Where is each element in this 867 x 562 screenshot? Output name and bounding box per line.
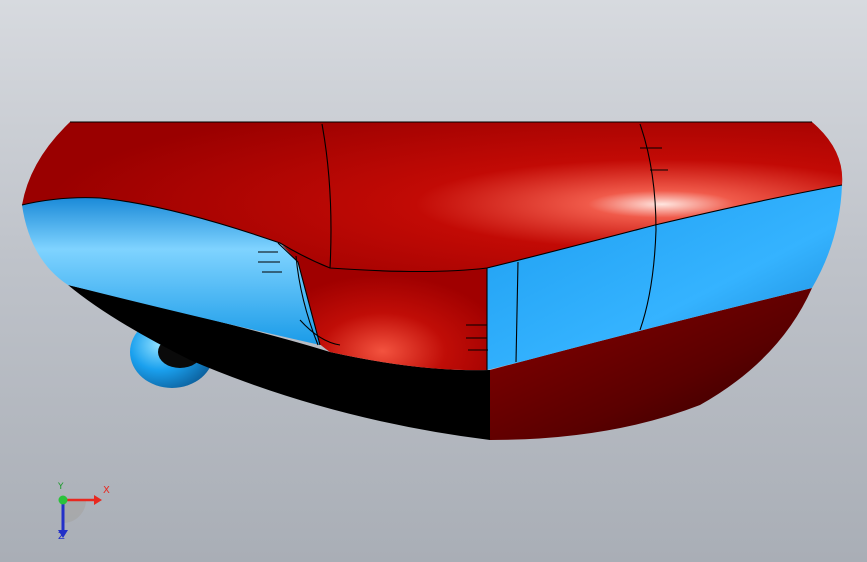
axis-x-label: X	[103, 485, 110, 496]
axis-y-label: Y	[58, 482, 64, 492]
axis-z-label: Z	[58, 531, 65, 542]
model-render[interactable]	[0, 0, 867, 562]
view-triad: X Y Z	[44, 480, 124, 550]
graphics-viewport[interactable]: X Y Z	[0, 0, 867, 562]
